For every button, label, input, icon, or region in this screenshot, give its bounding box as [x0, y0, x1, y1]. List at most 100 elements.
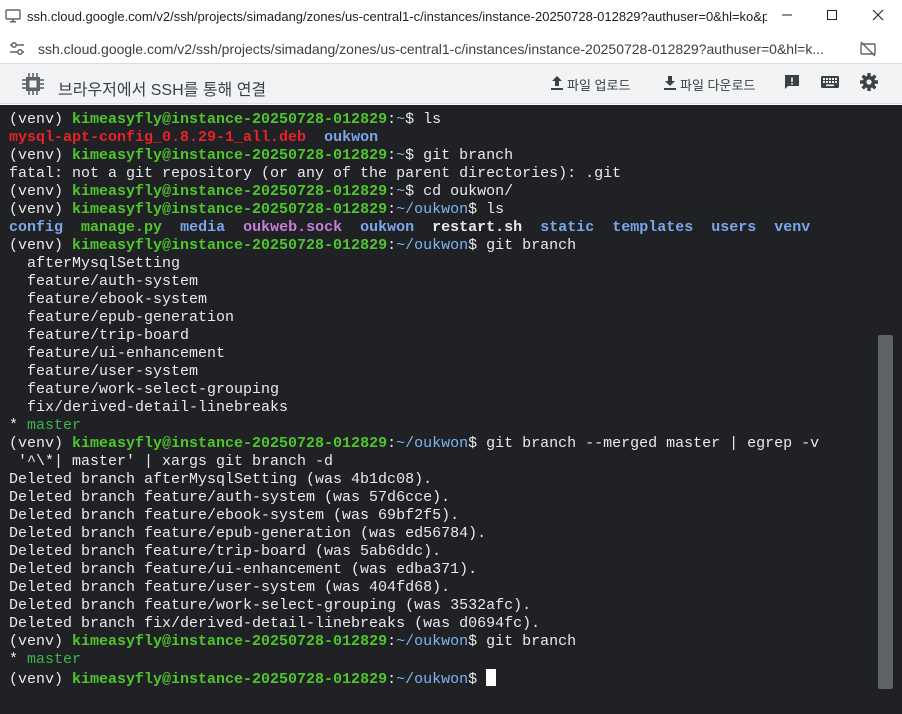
- maximize-button[interactable]: [809, 0, 854, 33]
- terminal-line: (venv) kimeasyfly@instance-20250728-0128…: [9, 669, 875, 688]
- terminal-text: $ ls: [405, 111, 442, 128]
- terminal-text: master: [27, 651, 82, 668]
- terminal-text: :: [387, 111, 397, 128]
- terminal-text: feature/ui-enhancement: [9, 345, 226, 362]
- download-file-button[interactable]: 파일 다운로드: [663, 75, 755, 94]
- terminal-line: feature/epub-generation: [9, 309, 875, 327]
- terminal-line: feature/user-system: [9, 363, 875, 381]
- address-bar: ssh.cloud.google.com/v2/ssh/projects/sim…: [0, 33, 902, 64]
- terminal-text: afterMysqlSetting: [9, 255, 181, 272]
- terminal-text: Deleted branch afterMysqlSetting (was 4b…: [9, 471, 433, 488]
- terminal-text: kimeasyfly@instance-20250728-012829: [72, 111, 388, 128]
- keyboard-button[interactable]: [820, 74, 840, 94]
- terminal-line: '^\*| master' | xargs git branch -d: [9, 453, 875, 471]
- feedback-icon: [783, 73, 801, 96]
- terminal-text: ~/oukwon: [396, 201, 469, 218]
- upload-file-button[interactable]: 파일 업로드: [550, 75, 630, 94]
- terminal-text: :: [387, 147, 397, 164]
- terminal-text: $ git branch: [468, 237, 577, 254]
- terminal-text: Deleted branch feature/work-select-group…: [9, 597, 532, 614]
- terminal-text: fix/derived-detail-linebreaks: [9, 399, 289, 416]
- terminal-text: kimeasyfly@instance-20250728-012829: [72, 435, 388, 452]
- minimize-button[interactable]: [764, 0, 809, 33]
- terminal-text: (venv): [9, 435, 73, 452]
- terminal-line: (venv) kimeasyfly@instance-20250728-0128…: [9, 183, 875, 201]
- terminal-text: kimeasyfly@instance-20250728-012829: [72, 201, 388, 218]
- terminal-text: restart.sh: [432, 219, 523, 236]
- terminal-text: kimeasyfly@instance-20250728-012829: [72, 671, 388, 688]
- terminal-text: *: [9, 417, 28, 434]
- terminal-line: feature/ui-enhancement: [9, 345, 875, 363]
- terminal-text: master: [27, 417, 82, 434]
- terminal-text: static: [540, 219, 595, 236]
- terminal-text: :: [387, 671, 397, 688]
- window-titlebar: ssh.cloud.google.com/v2/ssh/projects/sim…: [0, 0, 902, 33]
- terminal-line: afterMysqlSetting: [9, 255, 875, 273]
- terminal-text: fatal: not a git repository (or any of t…: [9, 165, 622, 182]
- terminal-line: Deleted branch fix/derived-detail-linebr…: [9, 615, 875, 633]
- terminal-line: (venv) kimeasyfly@instance-20250728-0128…: [9, 237, 875, 255]
- terminal-text: (venv): [9, 111, 73, 128]
- terminal-line: fatal: not a git repository (or any of t…: [9, 165, 875, 183]
- chip-icon: [20, 71, 46, 97]
- terminal-text: kimeasyfly@instance-20250728-012829: [72, 183, 388, 200]
- terminal-text: Deleted branch feature/ebook-system (was…: [9, 507, 460, 524]
- eye-off-icon[interactable]: [859, 40, 877, 58]
- terminal-text: (venv): [9, 183, 73, 200]
- upload-icon: [550, 75, 564, 94]
- terminal-text: feature/epub-generation: [9, 309, 235, 326]
- terminal-line: (venv) kimeasyfly@instance-20250728-0128…: [9, 201, 875, 219]
- terminal-text: :: [387, 201, 397, 218]
- terminal-text: ~: [396, 111, 406, 128]
- terminal-text: oukwon: [324, 129, 379, 146]
- terminal-text: media: [180, 219, 226, 236]
- terminal-text: (venv): [9, 671, 73, 688]
- terminal-text: manage.py: [81, 219, 163, 236]
- terminal-line: Deleted branch feature/ebook-system (was…: [9, 507, 875, 525]
- terminal-line: * master: [9, 417, 875, 435]
- terminal-line: * master: [9, 651, 875, 669]
- download-label: 파일 다운로드: [680, 78, 756, 93]
- terminal-text: :: [387, 633, 397, 650]
- terminal-text: $ ls: [468, 201, 505, 218]
- tune-icon[interactable]: [8, 40, 26, 58]
- settings-icon: [859, 72, 879, 97]
- terminal[interactable]: (venv) kimeasyfly@instance-20250728-0128…: [0, 105, 902, 714]
- terminal-text: Deleted branch feature/epub-generation (…: [9, 525, 487, 542]
- terminal-text: ~: [396, 183, 406, 200]
- settings-button[interactable]: [859, 72, 879, 97]
- url-text[interactable]: ssh.cloud.google.com/v2/ssh/projects/sim…: [38, 41, 854, 57]
- feedback-button[interactable]: [782, 74, 802, 94]
- terminal-text: *: [9, 651, 28, 668]
- terminal-text: venv: [774, 219, 811, 236]
- terminal-text: ~/oukwon: [396, 435, 469, 452]
- terminal-line: feature/auth-system: [9, 273, 875, 291]
- terminal-text: (venv): [9, 201, 73, 218]
- terminal-line: Deleted branch feature/trip-board (was 5…: [9, 543, 875, 561]
- terminal-text: '^\*| master' | xargs git branch -d: [9, 453, 334, 470]
- download-icon: [663, 75, 677, 94]
- terminal-line: Deleted branch feature/ui-enhancement (w…: [9, 561, 875, 579]
- terminal-line: fix/derived-detail-linebreaks: [9, 399, 875, 417]
- terminal-line: (venv) kimeasyfly@instance-20250728-0128…: [9, 435, 875, 453]
- terminal-text: kimeasyfly@instance-20250728-012829: [72, 147, 388, 164]
- terminal-line: config manage.py media oukweb.sock oukwo…: [9, 219, 875, 237]
- close-button[interactable]: [855, 0, 900, 33]
- terminal-text: feature/work-select-grouping: [9, 381, 280, 398]
- terminal-text: feature/trip-board: [9, 327, 190, 344]
- terminal-text: feature/auth-system: [9, 273, 199, 290]
- terminal-line: (venv) kimeasyfly@instance-20250728-0128…: [9, 633, 875, 651]
- terminal-line: Deleted branch feature/user-system (was …: [9, 579, 875, 597]
- terminal-text: (venv): [9, 147, 73, 164]
- terminal-scrollbar[interactable]: [878, 335, 893, 689]
- terminal-text: Deleted branch feature/auth-system (was …: [9, 489, 451, 506]
- terminal-text: :: [387, 183, 397, 200]
- terminal-line: Deleted branch afterMysqlSetting (was 4b…: [9, 471, 875, 489]
